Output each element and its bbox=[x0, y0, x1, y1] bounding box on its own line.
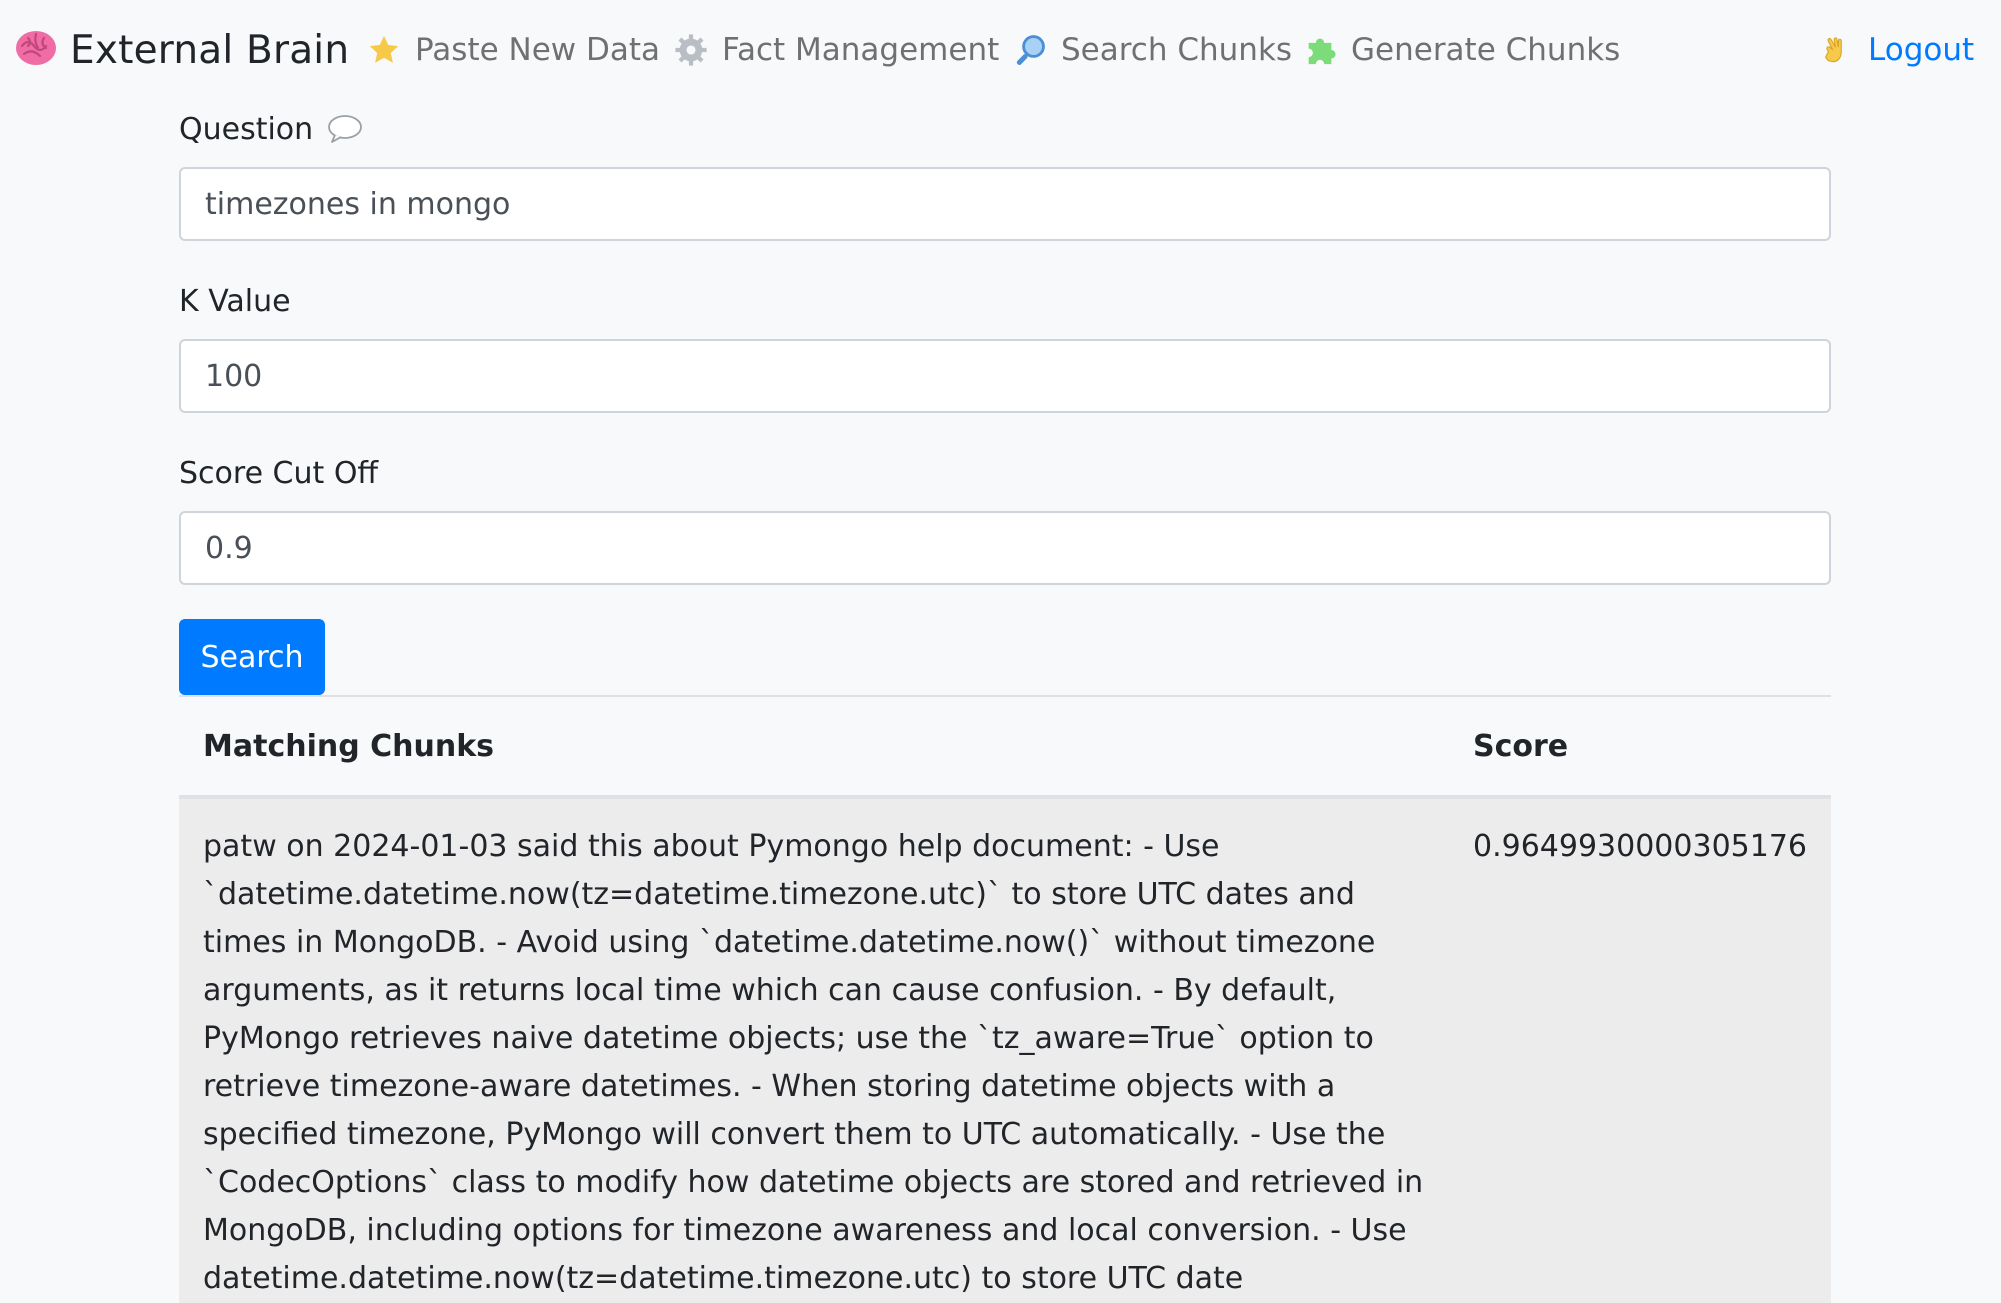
nav-label: Generate Chunks bbox=[1351, 32, 1621, 68]
logout-link[interactable]: Logout bbox=[1820, 24, 1974, 76]
speech-bubble-icon bbox=[327, 114, 363, 144]
navbar: External Brain Paste New Data Fact Manag… bbox=[0, 0, 2001, 98]
nav-label: Paste New Data bbox=[415, 32, 661, 68]
magnifier-icon bbox=[1013, 33, 1047, 67]
table-header-row: Matching Chunks Score bbox=[179, 695, 1831, 799]
star-icon bbox=[367, 33, 401, 67]
column-header-chunks: Matching Chunks bbox=[179, 695, 1449, 799]
score-cutoff-label: Score Cut Off bbox=[179, 455, 379, 491]
gear-icon bbox=[674, 33, 708, 67]
nav-fact-management[interactable]: Fact Management bbox=[674, 24, 999, 76]
chunk-score: 0.9649930000305176 bbox=[1448, 797, 1831, 1303]
score-cutoff-input[interactable] bbox=[179, 511, 1831, 585]
nav-generate-chunks[interactable]: Generate Chunks bbox=[1303, 24, 1620, 76]
column-header-score: Score bbox=[1448, 695, 1831, 799]
question-input[interactable] bbox=[179, 167, 1831, 241]
search-button[interactable]: Search bbox=[179, 619, 325, 695]
question-label: Question bbox=[179, 106, 363, 152]
chunk-text: patw on 2024-01-03 said this about Pymon… bbox=[179, 797, 1449, 1303]
table-row: patw on 2024-01-03 said this about Pymon… bbox=[179, 797, 1831, 1303]
nav-search-chunks[interactable]: Search Chunks bbox=[1013, 24, 1292, 76]
puzzle-icon bbox=[1303, 33, 1337, 67]
waving-hand-icon bbox=[1820, 33, 1854, 67]
k-value-label: K Value bbox=[179, 283, 291, 319]
nav-paste-new-data[interactable]: Paste New Data bbox=[367, 24, 660, 76]
brand[interactable]: External Brain bbox=[14, 22, 349, 78]
results-table: Matching Chunks Score patw on 2024-01-03… bbox=[179, 695, 1831, 1303]
k-value-input[interactable] bbox=[179, 339, 1831, 413]
question-label-text: Question bbox=[179, 111, 314, 147]
logout-label: Logout bbox=[1868, 32, 1975, 68]
brand-title: External Brain bbox=[70, 27, 350, 73]
nav-label: Fact Management bbox=[722, 32, 1000, 68]
nav-label: Search Chunks bbox=[1061, 32, 1293, 68]
brain-icon bbox=[14, 28, 58, 72]
